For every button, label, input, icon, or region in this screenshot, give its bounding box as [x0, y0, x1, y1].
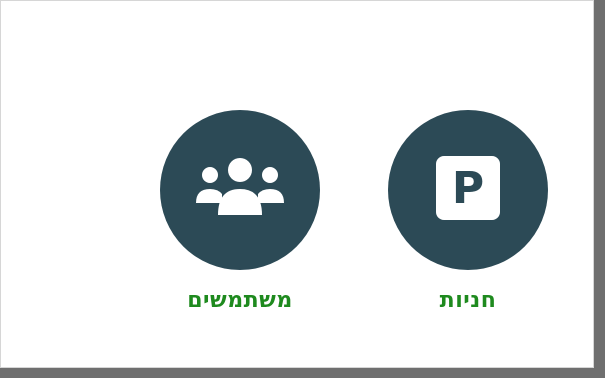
- parking-label[interactable]: חניות: [388, 288, 548, 313]
- users-icon: [192, 153, 288, 227]
- parking-icon: P: [433, 153, 503, 227]
- users-tile[interactable]: משתמשים: [160, 110, 320, 313]
- parking-tile[interactable]: P חניות: [388, 110, 548, 313]
- svg-text:P: P: [452, 163, 484, 214]
- users-label[interactable]: משתמשים: [160, 288, 320, 313]
- parking-circle-button[interactable]: P: [388, 110, 548, 270]
- users-circle-button[interactable]: [160, 110, 320, 270]
- menu-panel: P חניות משתמשים: [0, 0, 594, 368]
